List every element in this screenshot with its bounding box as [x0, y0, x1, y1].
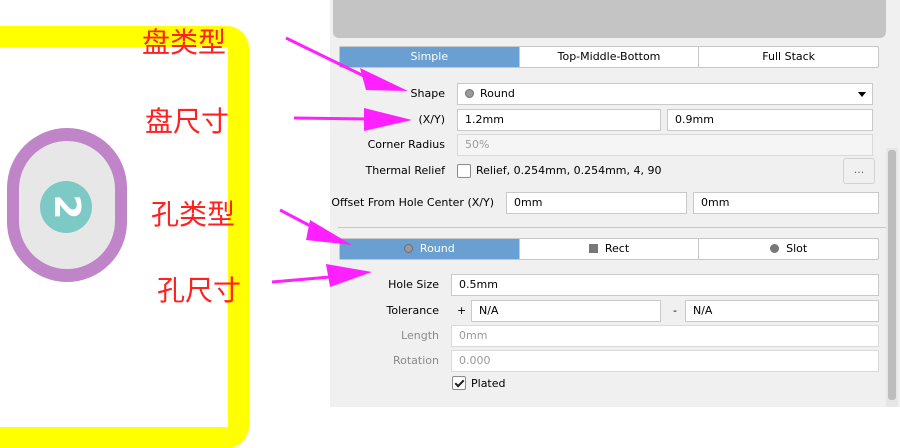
plated-label: Plated — [471, 377, 506, 390]
rotation-input[interactable]: 0.000 — [451, 350, 879, 372]
pad-size-y-input[interactable]: 0.9mm — [667, 109, 873, 131]
pad-shape-select[interactable]: Round — [457, 83, 873, 105]
annotation-hole-shape: 孔类型 — [151, 198, 236, 231]
tab-hole-round[interactable]: Round — [340, 239, 520, 259]
tab-hole-slot-label: Slot — [786, 242, 808, 255]
tab-top-middle-bottom[interactable]: Top-Middle-Bottom — [520, 47, 700, 67]
thermal-relief-checkbox[interactable] — [457, 164, 471, 178]
annotation-pad-shape: 盘类型 — [142, 26, 227, 59]
length-input[interactable]: 0mm — [451, 325, 879, 347]
pad-number: 2 — [46, 194, 87, 220]
corner-radius-label: Corner Radius — [367, 138, 445, 151]
tolerance-minus-input[interactable]: N/A — [685, 300, 879, 322]
thermal-relief-label: Thermal Relief — [365, 164, 445, 177]
tab-hole-round-label: Round — [419, 242, 455, 255]
shape-label: Shape — [410, 87, 445, 100]
plated-checkbox[interactable] — [452, 376, 466, 390]
annotation-hole-size: 孔尺寸 — [157, 274, 242, 307]
corner-radius-input[interactable]: 50% — [457, 134, 873, 156]
square-icon — [588, 243, 598, 253]
tolerance-plus-sign: + — [457, 304, 467, 317]
tolerance-minus-sign: - — [673, 304, 677, 317]
tab-hole-rect[interactable]: Rect — [520, 239, 700, 259]
tolerance-label: Tolerance — [386, 304, 439, 317]
slot-icon — [770, 243, 780, 253]
circle-icon — [403, 243, 413, 253]
pad-shape-value: Round — [480, 87, 515, 100]
hole-shape-tabs: Round Rect Slot — [339, 238, 879, 260]
pad-illustration: 2 盘类型 盘尺寸 孔类型 孔尺寸 — [0, 0, 330, 448]
hole-size-input[interactable]: 0.5mm — [451, 274, 879, 296]
thermal-relief-button[interactable]: ... — [843, 158, 875, 184]
offset-y-input[interactable]: 0mm — [693, 192, 879, 214]
tab-hole-rect-label: Rect — [604, 242, 630, 255]
annotation-pad-size: 盘尺寸 — [145, 105, 230, 138]
chevron-down-icon — [858, 92, 866, 97]
circle-icon — [465, 88, 474, 98]
length-label: Length — [401, 329, 439, 342]
thermal-relief-value: Relief, 0.254mm, 0.254mm, 4, 90 — [476, 164, 662, 177]
tab-hole-slot[interactable]: Slot — [699, 239, 878, 259]
offset-x-input[interactable]: 0mm — [506, 192, 687, 214]
section-divider — [338, 227, 886, 228]
pad-size-x-input[interactable]: 1.2mm — [457, 109, 661, 131]
hole-size-label: Hole Size — [388, 278, 439, 291]
xy-label: (X/Y) — [418, 113, 445, 126]
offset-label: Offset From Hole Center (X/Y) — [331, 196, 494, 209]
tab-simple[interactable]: Simple — [340, 47, 520, 67]
tolerance-plus-input[interactable]: N/A — [471, 300, 661, 322]
tab-full-stack[interactable]: Full Stack — [699, 47, 878, 67]
scrollbar-thumb[interactable] — [888, 150, 896, 400]
pad-stack-tabs: Simple Top-Middle-Bottom Full Stack — [339, 46, 879, 68]
panel-header-area — [333, 0, 886, 38]
rotation-label: Rotation — [392, 354, 439, 367]
